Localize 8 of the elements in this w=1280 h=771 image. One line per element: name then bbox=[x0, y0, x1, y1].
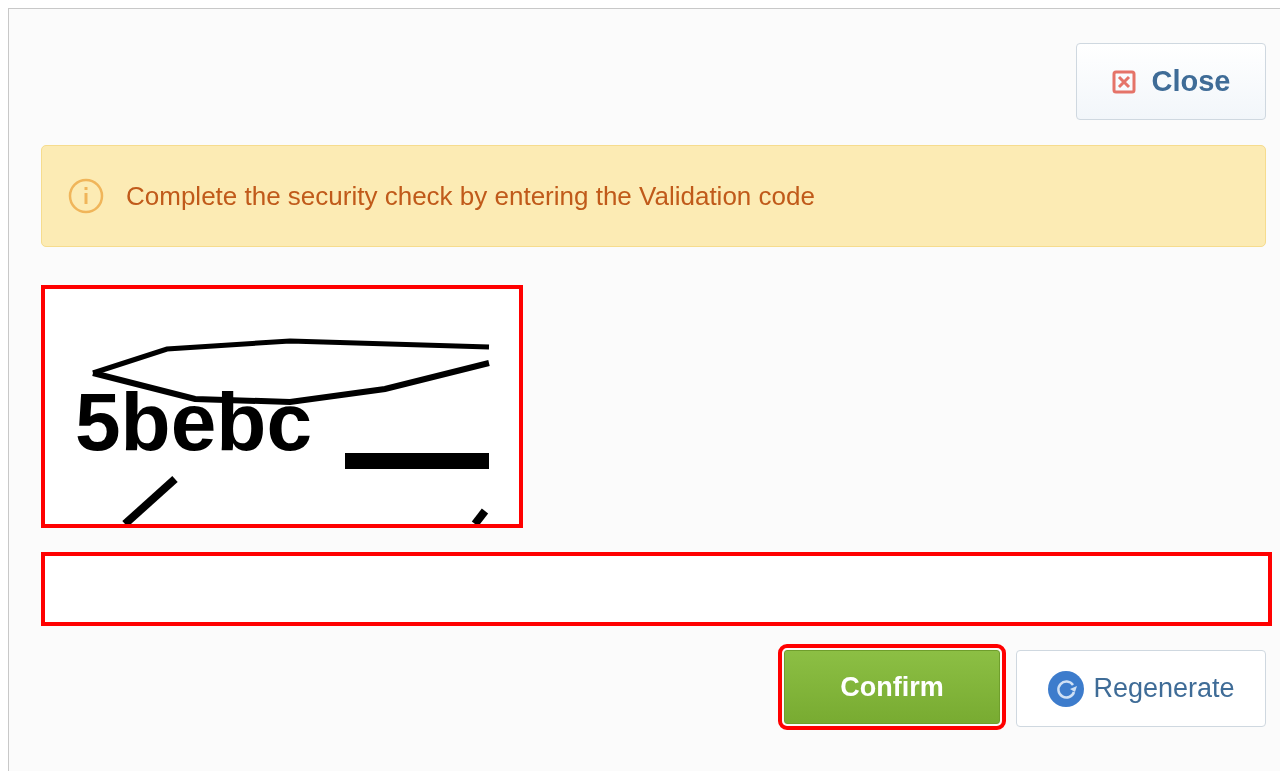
regenerate-button[interactable]: Regenerate bbox=[1016, 650, 1266, 727]
code-input-field[interactable] bbox=[41, 552, 1272, 626]
info-icon bbox=[68, 178, 104, 214]
refresh-icon bbox=[1047, 669, 1086, 708]
alert-message: Complete the security check by entering the Validation code bbox=[126, 180, 815, 212]
close-icon bbox=[1111, 69, 1136, 94]
captcha-code: 5bebc bbox=[75, 381, 312, 463]
close-button[interactable]: Close bbox=[1076, 43, 1266, 120]
